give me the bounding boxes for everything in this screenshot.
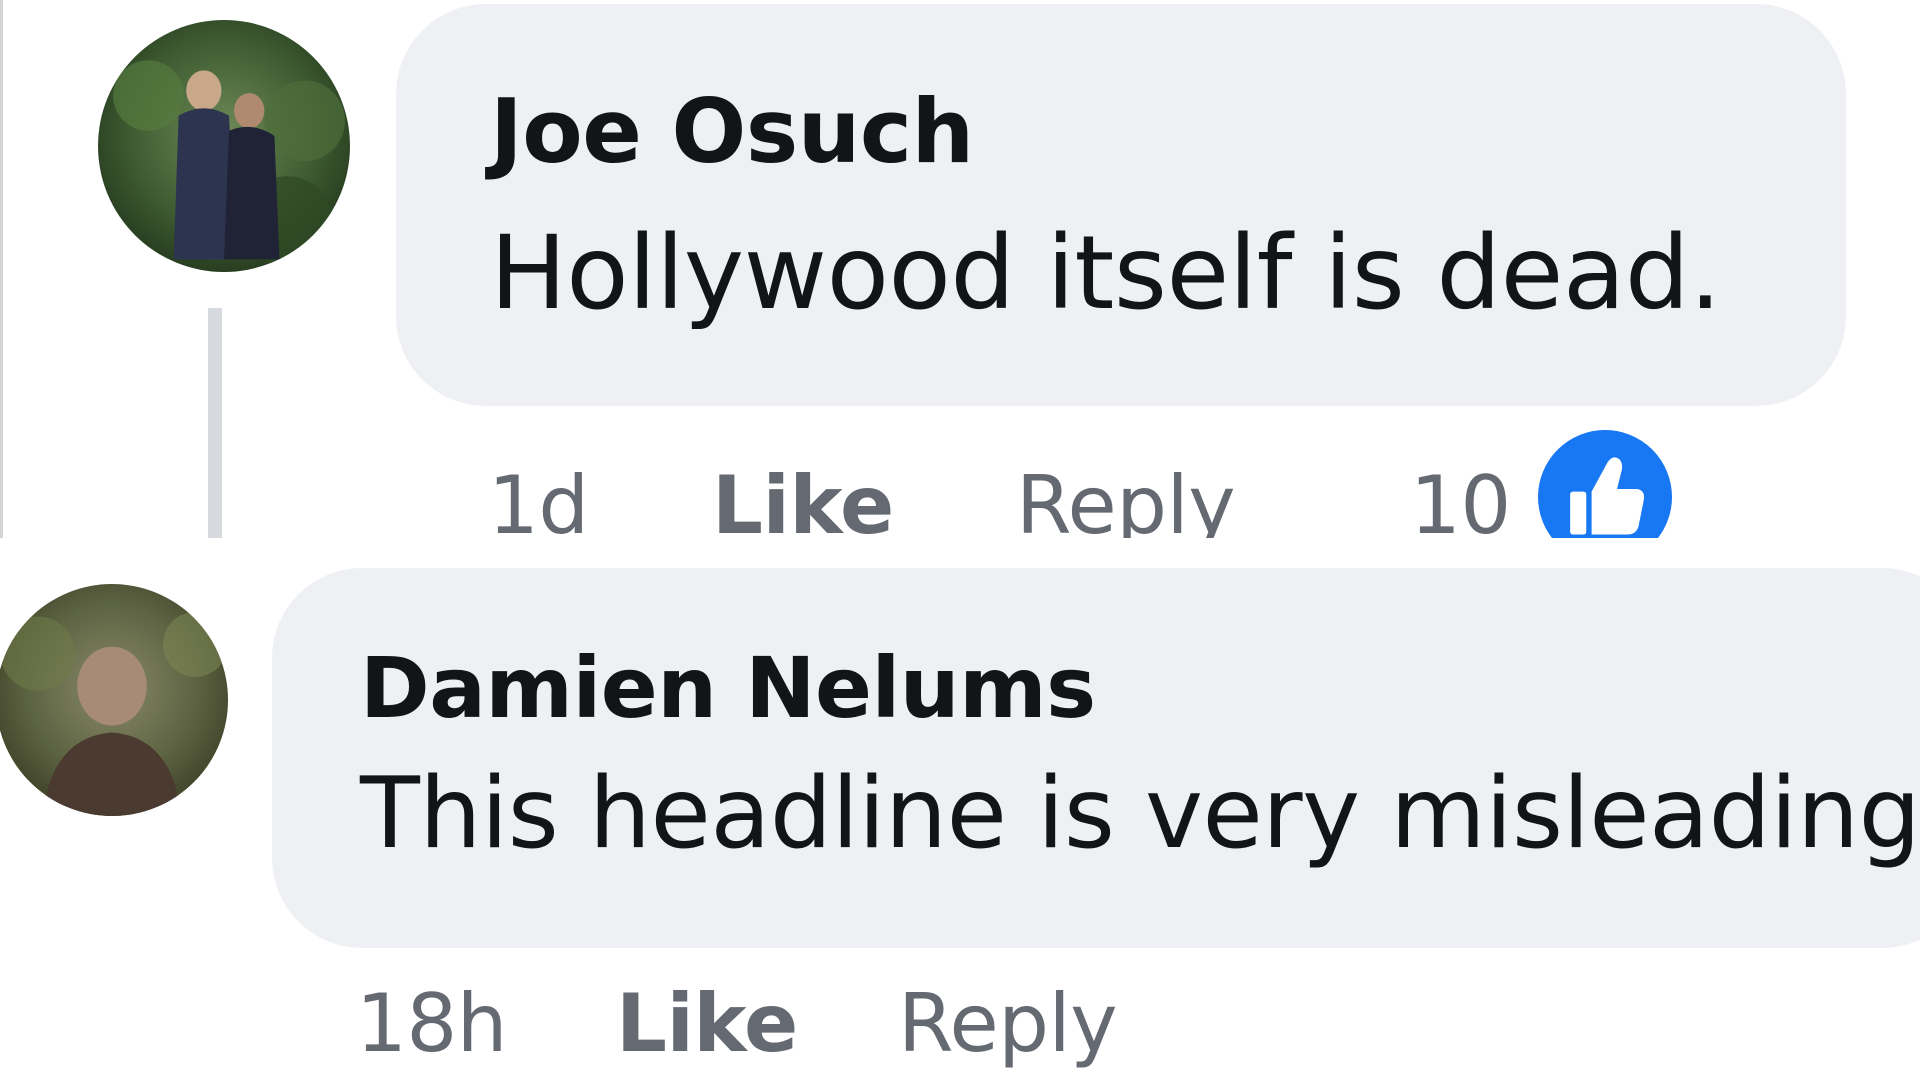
- thread-connector-line: [208, 308, 222, 538]
- reaction-count[interactable]: 10: [1410, 458, 1511, 538]
- comment-text: This headline is very misleading!: [360, 757, 1920, 871]
- comment-text: Hollywood itself is dead.: [490, 214, 1722, 333]
- like-button[interactable]: Like: [712, 458, 894, 538]
- comment-thread-screenshot: Joe Osuch Hollywood itself is dead. 1d L…: [0, 0, 1920, 1080]
- avatar[interactable]: [98, 20, 350, 272]
- thread-edge-line: [0, 0, 3, 538]
- comment-author[interactable]: Joe Osuch: [490, 80, 974, 184]
- comment-damien-nelums: Damien Nelums This headline is very misl…: [0, 538, 1920, 1080]
- reply-button[interactable]: Reply: [1016, 458, 1236, 538]
- comment-timestamp[interactable]: 1d: [488, 458, 589, 538]
- reply-button[interactable]: Reply: [898, 976, 1118, 1072]
- thumbs-up-icon[interactable]: [1532, 424, 1678, 538]
- like-button[interactable]: Like: [616, 976, 798, 1072]
- comment-bubble: [396, 4, 1846, 406]
- comment-timestamp[interactable]: 18h: [356, 976, 508, 1072]
- comment-joe-osuch: Joe Osuch Hollywood itself is dead. 1d L…: [0, 0, 1920, 538]
- comment-author[interactable]: Damien Nelums: [360, 638, 1096, 738]
- avatar[interactable]: [0, 584, 228, 816]
